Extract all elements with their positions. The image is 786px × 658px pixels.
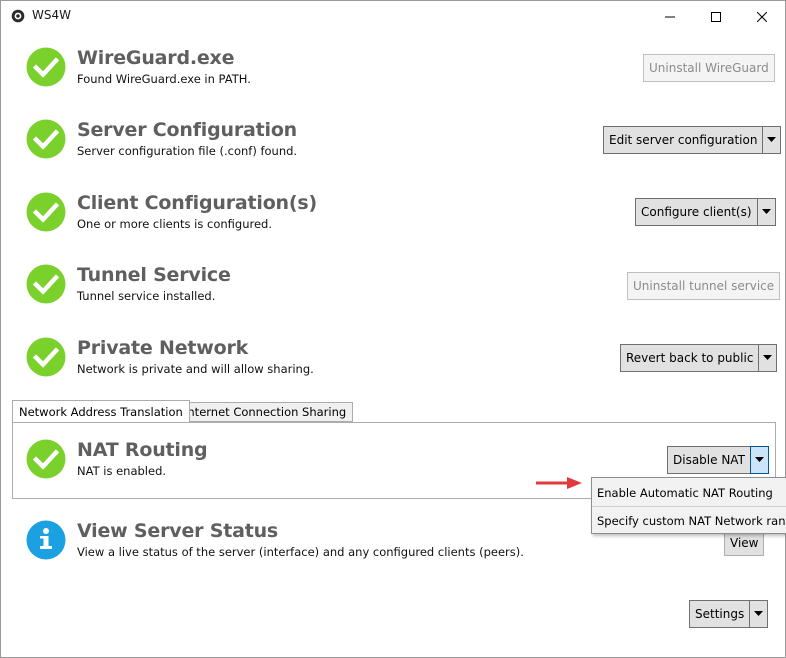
close-button[interactable] (739, 1, 785, 32)
row-description: NAT is enabled. (77, 464, 167, 478)
revert-to-public-dropdown[interactable] (758, 344, 778, 372)
row-description: Found WireGuard.exe in PATH. (77, 72, 251, 86)
check-circle-icon (26, 439, 66, 479)
check-circle-icon (26, 47, 66, 87)
edit-server-configuration-dropdown[interactable] (762, 126, 782, 154)
disable-nat-dropdown[interactable] (749, 446, 769, 474)
configure-clients-dropdown[interactable] (756, 198, 776, 226)
row-description: View a live status of the server (interf… (77, 545, 524, 559)
revert-to-public-button[interactable]: Revert back to public (620, 344, 759, 372)
row-description: Server configuration file (.conf) found. (77, 144, 298, 158)
row-description: One or more clients is configured. (77, 217, 272, 231)
chevron-down-icon (754, 457, 764, 462)
app-icon (11, 9, 25, 23)
close-icon (757, 11, 767, 22)
info-circle-icon (26, 520, 66, 560)
settings-dropdown[interactable] (749, 600, 769, 628)
row-title: Private Network (77, 337, 249, 359)
menu-item-enable-automatic-nat-routing[interactable]: Enable Automatic NAT Routing (592, 479, 786, 506)
nat-dropdown-menu: Enable Automatic NAT Routing Specify cus… (591, 477, 786, 534)
check-circle-icon (26, 264, 66, 304)
row-title: Server Configuration (77, 119, 297, 141)
chevron-down-icon (754, 611, 764, 616)
row-title: View Server Status (77, 520, 279, 542)
uninstall-tunnel-service-button[interactable]: Uninstall tunnel service (627, 272, 781, 300)
chevron-down-icon (767, 137, 777, 142)
check-circle-icon (26, 337, 66, 377)
minimize-button[interactable] (647, 1, 693, 32)
configure-clients-split-button: Configure client(s) (635, 198, 776, 226)
check-circle-icon (26, 119, 66, 159)
tab-internet-connection-sharing[interactable]: Internet Connection Sharing (177, 402, 354, 422)
maximize-icon (711, 11, 721, 22)
row-description: Tunnel service installed. (77, 289, 216, 303)
menu-item-specify-custom-nat-range[interactable]: Specify custom NAT Network range (592, 507, 786, 534)
disable-nat-split-button: Disable NAT (667, 446, 769, 474)
settings-button[interactable]: Settings (689, 600, 750, 628)
edit-server-configuration-button[interactable]: Edit server configuration (603, 126, 763, 154)
chevron-down-icon (763, 355, 773, 360)
row-title: Tunnel Service (77, 264, 231, 286)
configure-clients-button[interactable]: Configure client(s) (635, 198, 757, 226)
chevron-down-icon (761, 209, 771, 214)
tab-network-address-translation[interactable]: Network Address Translation (12, 400, 190, 422)
row-title: WireGuard.exe (77, 47, 235, 69)
app-window: WS4W WireGuard.exe Found WireGuard.exe i… (0, 0, 786, 658)
settings-split-button: Settings (689, 600, 769, 628)
uninstall-wireguard-button[interactable]: Uninstall WireGuard (643, 54, 775, 82)
row-title: NAT Routing (77, 439, 208, 461)
check-circle-icon (26, 192, 66, 232)
row-title: Client Configuration(s) (77, 192, 317, 214)
row-description: Network is private and will allow sharin… (77, 362, 314, 376)
annotation-arrow-icon (536, 477, 582, 489)
edit-server-configuration-split-button: Edit server configuration (603, 126, 782, 154)
window-title: WS4W (32, 8, 71, 22)
minimize-icon (665, 16, 675, 17)
revert-to-public-split-button: Revert back to public (620, 344, 778, 372)
disable-nat-button[interactable]: Disable NAT (667, 446, 750, 474)
maximize-button[interactable] (693, 1, 739, 32)
title-bar: WS4W (1, 1, 785, 32)
